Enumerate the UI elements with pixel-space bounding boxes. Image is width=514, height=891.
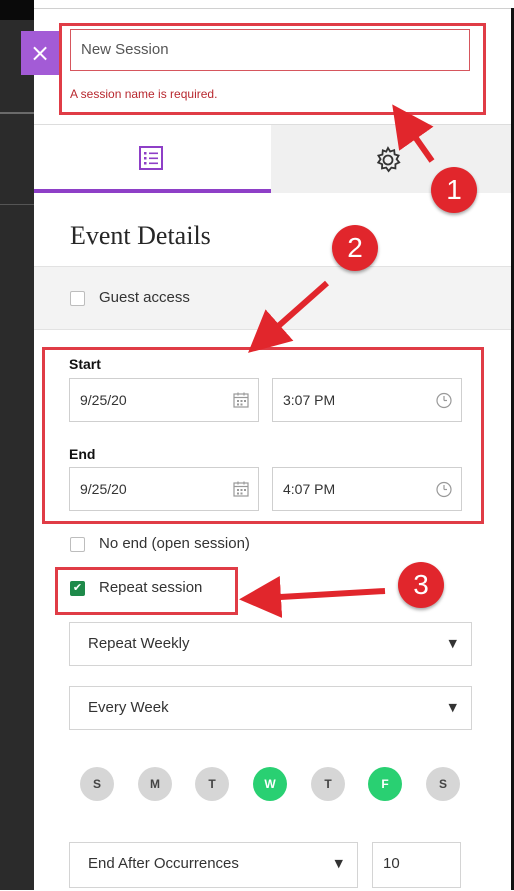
- arrow-2: [248, 280, 329, 353]
- arrow-3: [239, 576, 386, 618]
- annotation-arrows: [239, 104, 435, 618]
- callout-badge-1: 1: [431, 167, 477, 213]
- callout-badge-2: 2: [332, 225, 378, 271]
- arrow-1: [392, 104, 435, 163]
- callout-badge-3: 3: [398, 562, 444, 608]
